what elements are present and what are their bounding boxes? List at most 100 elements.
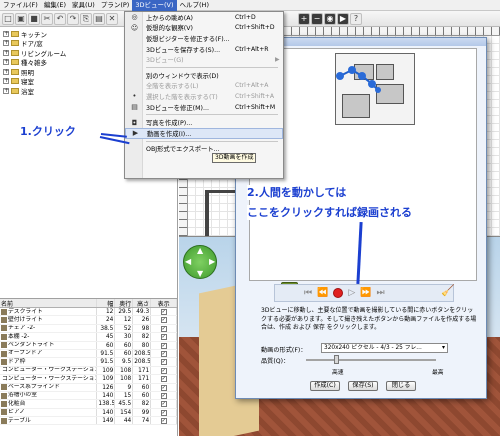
visible-checkbox[interactable]: ✓ (160, 342, 167, 349)
visible-checkbox[interactable]: ✓ (160, 418, 167, 425)
help-icon[interactable]: ? (350, 12, 362, 25)
visible-checkbox[interactable]: ✓ (160, 309, 167, 315)
expand-icon[interactable]: + (3, 78, 9, 85)
table-row[interactable]: 化粧台 138.5 45.5 82 ✓ (0, 400, 177, 409)
menu-item-show-all-levels: 全階を表示する(L) Ctrl+Alt+A (146, 82, 269, 91)
visible-checkbox[interactable]: ✓ (160, 409, 167, 416)
save-button[interactable]: 保存(S) (348, 381, 378, 391)
column-header-width[interactable]: 幅 (97, 299, 116, 307)
visible-checkbox[interactable]: ✓ (160, 401, 167, 408)
table-row[interactable]: 浴槽小の室 140 15 60 ✓ (0, 391, 177, 401)
table-row[interactable]: 本棚 -2- 45 30 82 ✓ (0, 333, 177, 342)
table-row[interactable]: テーブル 149 44 74 ✓ (0, 417, 177, 426)
visible-checkbox[interactable]: ✓ (160, 325, 167, 332)
create-button[interactable]: 作成(C) (310, 381, 340, 391)
menu-edit[interactable]: 編集(E) (41, 0, 69, 11)
cell-name: ペンダントライト (8, 342, 55, 349)
column-header-height[interactable]: 高さ (133, 299, 152, 307)
table-row[interactable]: ピアノ 140 154 99 ✓ (0, 408, 177, 418)
cut-icon[interactable]: ✂ (41, 12, 53, 25)
paste-icon[interactable]: ▤ (93, 12, 105, 25)
visible-checkbox[interactable]: ✓ (160, 384, 167, 391)
menu-item-save-3dview[interactable]: 3Dビューを保存する(S)... Ctrl+Alt+R (125, 44, 283, 55)
menu-item-virtual-visit[interactable]: ☺ 仮想的な観察(V) Ctrl+Shift+D (125, 23, 283, 34)
menu-plan[interactable]: プラン(P) (98, 0, 133, 11)
menu-item-show-selected-level: • 選択した階を表示する(T) Ctrl+Shift+A (125, 91, 283, 102)
visible-checkbox[interactable]: ✓ (160, 317, 167, 324)
visible-checkbox[interactable]: ✓ (160, 359, 167, 366)
cell-depth: 44 (115, 417, 134, 425)
column-header-depth[interactable]: 奥行 (115, 299, 134, 307)
menu-file[interactable]: ファイル(F) (0, 0, 41, 11)
camera-icon[interactable]: ◉ (324, 12, 336, 25)
cell-depth: 30 (115, 333, 134, 341)
menu-3dview[interactable]: 3Dビュー(V) (132, 0, 177, 11)
expand-icon[interactable]: + (3, 30, 9, 37)
menu-help[interactable]: ヘルプ(H) (177, 0, 212, 11)
table-row[interactable]: ベース系プラインド 126 9 60 ✓ (0, 383, 177, 392)
menu-item-modify-3dview[interactable]: ▤ 3Dビューを修正(M)... Ctrl+Shift+M (125, 102, 283, 113)
cell-name: オープンドア (8, 350, 43, 357)
expand-icon[interactable]: + (3, 59, 9, 66)
zoom-out-icon[interactable]: − (311, 12, 323, 25)
folder-icon (11, 78, 19, 85)
cell-depth: 52 (115, 324, 134, 333)
rewind-icon[interactable]: ⏪ (317, 288, 328, 298)
navigation-pad-icon[interactable]: ▲ ▼ ◀ ▶ (183, 245, 217, 279)
table-row[interactable]: ペンダントライト 60 60 80 ✓ (0, 341, 177, 350)
copy-icon[interactable]: ⎘ (80, 12, 92, 25)
video-camera-icon: ▶ (132, 129, 139, 138)
close-button[interactable]: 閉じる (386, 381, 416, 391)
cell-height: 208.5 (134, 349, 152, 358)
menu-item-create-photo[interactable]: ◘ 写真を作成(P)... (125, 117, 283, 128)
play-icon[interactable]: ▷ (348, 288, 355, 298)
fast-forward-icon[interactable]: ⏩ (360, 288, 371, 298)
column-header-name[interactable]: 名前 (0, 299, 98, 307)
cell-depth: 108 (115, 375, 134, 383)
skip-start-icon[interactable]: ⏮ (304, 288, 312, 298)
folder-icon (11, 30, 19, 37)
table-row[interactable]: デスクライト 12 29.5 49.3 ✓ (0, 308, 177, 317)
skip-end-icon[interactable]: ⏭ (376, 288, 384, 298)
furniture-icon (1, 384, 7, 391)
format-select[interactable]: 320x240 ピクセル - 4/3 - 25 フレ... (321, 343, 448, 353)
table-row[interactable]: 壁付けライト 24 12 26 ✓ (0, 316, 177, 325)
record-button[interactable] (333, 288, 344, 298)
table-row[interactable]: コンピューター・ワークステーション 109 108 171 ✓ (0, 366, 177, 376)
visible-checkbox[interactable]: ✓ (160, 392, 167, 399)
column-header-visible[interactable]: 表示 (151, 299, 177, 307)
video-icon[interactable]: ▶ (337, 12, 349, 25)
table-row[interactable]: ドア枠 91.5 9.5 208.5 ✓ (0, 358, 177, 367)
visible-checkbox[interactable]: ✓ (160, 334, 167, 341)
visible-checkbox[interactable]: ✓ (160, 376, 167, 383)
menu-item-top-view[interactable]: ◎ 上からの眺め(A) Ctrl+D (125, 12, 283, 23)
furniture-icon (1, 333, 7, 340)
menu-furniture[interactable]: 家具(U) (69, 0, 98, 11)
cell-height: 60 (133, 383, 152, 391)
expand-icon[interactable]: + (3, 68, 9, 75)
visible-checkbox[interactable]: ✓ (160, 367, 167, 374)
delete-icon[interactable]: ✕ (106, 12, 118, 25)
open-folder-icon[interactable]: ▣ (15, 12, 27, 25)
zoom-in-icon[interactable]: + (298, 12, 310, 25)
cell-depth: 108 (115, 366, 134, 375)
furniture-icon (1, 409, 7, 416)
menu-item-export-obj[interactable]: OBJ形式でエクスポート... (125, 144, 283, 155)
quality-slider[interactable] (306, 359, 436, 361)
menu-item-separate-window[interactable]: 別のウィンドウで表示(D) (125, 70, 283, 81)
save-icon[interactable]: ■ (28, 12, 40, 25)
table-row[interactable]: コンピューター・ワークステーション 109 108 171 ✓ (0, 375, 177, 384)
menu-item-create-video[interactable]: ▶ 動画を作成(I)... (125, 127, 283, 139)
clear-recording-icon[interactable]: 🧹 (441, 284, 455, 297)
expand-icon[interactable]: + (3, 87, 9, 94)
visible-checkbox[interactable]: ✓ (160, 350, 167, 357)
table-row[interactable]: チェア -2- 38.5 52 98 ✓ (0, 324, 177, 334)
expand-icon[interactable]: + (3, 49, 9, 56)
new-file-icon[interactable]: □ (2, 12, 14, 25)
menu-item-modify-visitor[interactable]: 仮想ビジターを修正する(F)... (125, 33, 283, 44)
expand-icon[interactable]: + (3, 40, 9, 47)
undo-icon[interactable]: ↶ (54, 12, 66, 25)
table-row[interactable]: オープンドア 91.5 60 208.5 ✓ (0, 349, 177, 359)
quality-slider-thumb[interactable] (334, 355, 339, 364)
redo-icon[interactable]: ↷ (67, 12, 79, 25)
